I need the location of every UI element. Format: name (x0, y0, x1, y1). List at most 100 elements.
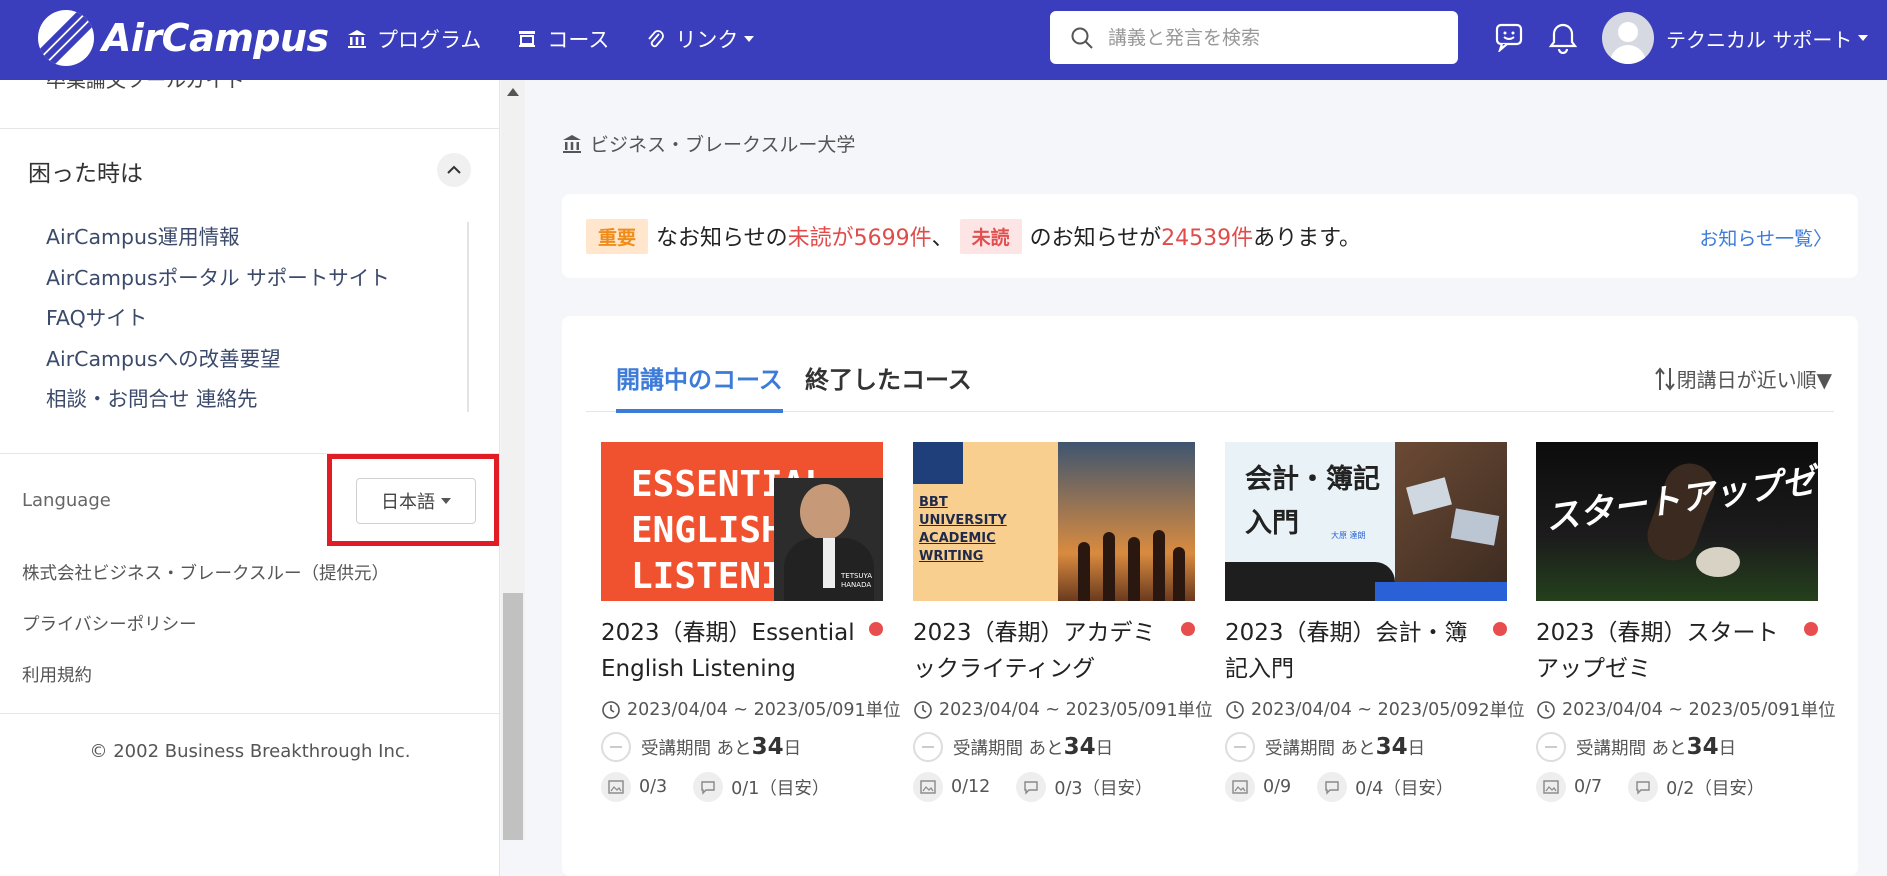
nav-course[interactable]: コース (517, 24, 609, 54)
comment-icon (693, 772, 724, 802)
unread-dot (1804, 622, 1818, 636)
comment-icon (1016, 772, 1047, 802)
search-input[interactable] (1108, 26, 1438, 49)
brand-name: AirCampus (102, 16, 329, 60)
footer-link-terms[interactable]: 利用規約 (22, 662, 389, 713)
tab-active-courses[interactable]: 開講中のコース (616, 360, 783, 413)
thumb-instructor: TETSUYA HANADA (841, 572, 873, 589)
course-thumbnail: BBT UNIVERSITY ACADEMIC WRITING (913, 442, 1195, 601)
help-link-faq[interactable]: FAQサイト (46, 303, 390, 344)
comment-count: 0/3（目安） (1054, 778, 1153, 799)
course-thumbnail: ESSENTIAL ENGLISH LISTENING TETSUYA HANA… (601, 442, 883, 601)
period-unit: 日 (1718, 738, 1737, 759)
course-period: 受講期間 あと 34 日 (601, 732, 883, 762)
chevron-down-icon (744, 36, 755, 42)
language-label: Language (22, 490, 111, 511)
period-days: 34 (1375, 734, 1408, 760)
accounting-photo (1395, 442, 1507, 601)
language-select[interactable]: 日本語 (356, 478, 476, 524)
progress-circle-icon (913, 732, 943, 762)
help-link-support-site[interactable]: AirCampusポータル サポートサイト (46, 263, 390, 304)
course-period: 受講期間 あと 34 日 (1225, 732, 1507, 762)
notice-list-link[interactable]: お知らせ一覧〉 (1699, 224, 1832, 251)
unread-dot (1493, 622, 1507, 636)
footer-links: 株式会社ビジネス・ブレークスルー（提供元） プライバシーポリシー 利用規約 (22, 560, 389, 713)
chat-icon[interactable] (1494, 22, 1524, 56)
user-menu[interactable]: テクニカル サポート (1602, 12, 1869, 64)
help-link-operation-info[interactable]: AirCampus運用情報 (46, 222, 390, 263)
help-link-improvement-request[interactable]: AirCampusへの改善要望 (46, 344, 390, 385)
period-days: 34 (1686, 734, 1719, 760)
breadcrumb-label: ビジネス・ブレークスルー大学 (590, 134, 856, 156)
date-range: 2023/04/04 ~ 2023/05/09 (1562, 699, 1790, 720)
paperclip-icon (648, 30, 665, 48)
important-unread-count[interactable]: 未読が5699件 (788, 220, 932, 252)
nav-link-label: リンク (675, 28, 739, 52)
logo-mark-icon (38, 10, 94, 66)
course-title[interactable]: 2023（春期）会計・簿記入門 (1225, 615, 1487, 687)
course-title[interactable]: 2023（春期）アカデミックライティング (913, 615, 1175, 687)
notice-text-1: なお知らせの (656, 226, 788, 251)
main-nav: プログラム コース リンク (347, 24, 790, 54)
course-title[interactable]: 2023（春期）スタートアップゼミ (1536, 615, 1798, 687)
course-stats: 0/3 0/1（目安） (601, 772, 883, 802)
notice-separator: 、 (931, 226, 954, 251)
sort-icon (1654, 366, 1675, 391)
top-header: AirCampus プログラム コース リンク テクニカル サポート (0, 0, 1887, 80)
chevron-down-icon (1858, 35, 1869, 41)
search-box (1050, 11, 1458, 64)
course-card[interactable]: スタートアップゼミ 2023（春期）スタートアップゼミ 2023/04/04 ~… (1536, 442, 1836, 802)
footer-link-privacy[interactable]: プライバシーポリシー (22, 611, 389, 662)
clock-icon (1537, 700, 1555, 719)
thumb-title: 会計・簿記入門 (1245, 464, 1380, 539)
search-icon (1071, 27, 1093, 49)
unread-dot (1181, 622, 1195, 636)
collapse-toggle[interactable] (437, 153, 471, 187)
scroll-up-arrow-icon[interactable] (507, 88, 519, 96)
course-card[interactable]: BBT UNIVERSITY ACADEMIC WRITING 2023（春期）… (913, 442, 1213, 802)
divider (0, 128, 499, 129)
sort-dropdown[interactable]: 閉講日が近い順▼ (1653, 364, 1832, 393)
courses-panel: 開講中のコース 終了したコース 閉講日が近い順▼ ESSENTIAL ENGLI… (562, 316, 1858, 876)
report-icon (1536, 772, 1566, 802)
unread-badge: 未読 (959, 218, 1022, 254)
help-link-contact[interactable]: 相談・お問合せ 連絡先 (46, 384, 390, 425)
graduation-photo (1058, 442, 1195, 601)
notice-text-3: あります。 (1253, 226, 1361, 251)
course-icon (519, 31, 536, 47)
course-dates: 2023/04/04 ~ 2023/05/09 1単位 (1536, 697, 1836, 722)
course-title[interactable]: 2023（春期）Essential English Listening (601, 615, 863, 687)
progress-circle-icon (1225, 732, 1255, 762)
bell-icon[interactable] (1548, 22, 1578, 58)
period-unit: 日 (1407, 738, 1426, 759)
scroll-thumb[interactable] (503, 593, 523, 840)
footer-link-provider[interactable]: 株式会社ビジネス・ブレークスルー（提供元） (22, 560, 389, 611)
period-unit: 日 (1095, 738, 1114, 759)
thumb-instructor: 大原 達朗 (1331, 531, 1366, 540)
language-value: 日本語 (381, 492, 435, 513)
sidebar: 卒業論文ツールガイド 困った時は AirCampus運用情報 AirCampus… (0, 80, 500, 876)
brand-logo[interactable]: AirCampus (38, 10, 329, 66)
help-links: AirCampus運用情報 AirCampusポータル サポートサイト FAQサ… (46, 222, 390, 425)
date-range: 2023/04/04 ~ 2023/05/09 (1251, 699, 1479, 720)
clock-icon (1226, 700, 1244, 719)
units: 1単位 (1789, 701, 1836, 721)
course-card[interactable]: ESSENTIAL ENGLISH LISTENING TETSUYA HANA… (601, 442, 901, 802)
help-section-title: 困った時は (28, 161, 143, 187)
course-thumbnail: 会計・簿記入門 大原 達朗 (1225, 442, 1507, 601)
tab-finished-courses[interactable]: 終了したコース (805, 360, 972, 395)
nav-program[interactable]: プログラム (347, 24, 481, 54)
clock-icon (602, 700, 620, 719)
course-card[interactable]: 会計・簿記入門 大原 達朗 2023（春期）会計・簿記入門 2023/04/04… (1225, 442, 1525, 802)
sidebar-item-cutoff[interactable]: 卒業論文ツールガイド (46, 80, 245, 93)
unread-total-count[interactable]: 24539件 (1161, 220, 1253, 252)
units: 1単位 (1166, 701, 1213, 721)
breadcrumb[interactable]: ビジネス・ブレークスルー大学 (562, 130, 855, 157)
course-stats: 0/12 0/3（目安） (913, 772, 1195, 802)
course-thumbnail: スタートアップゼミ (1536, 442, 1818, 601)
sidebar-scrollbar[interactable] (501, 80, 525, 840)
units: 1単位 (854, 701, 901, 721)
notice-banner: 重要 なお知らせの 未読が5699件 、 未読 のお知らせが 24539件 あり… (562, 194, 1858, 278)
nav-link-dropdown[interactable]: リンク (645, 24, 755, 54)
comment-count: 0/4（目安） (1355, 778, 1454, 799)
